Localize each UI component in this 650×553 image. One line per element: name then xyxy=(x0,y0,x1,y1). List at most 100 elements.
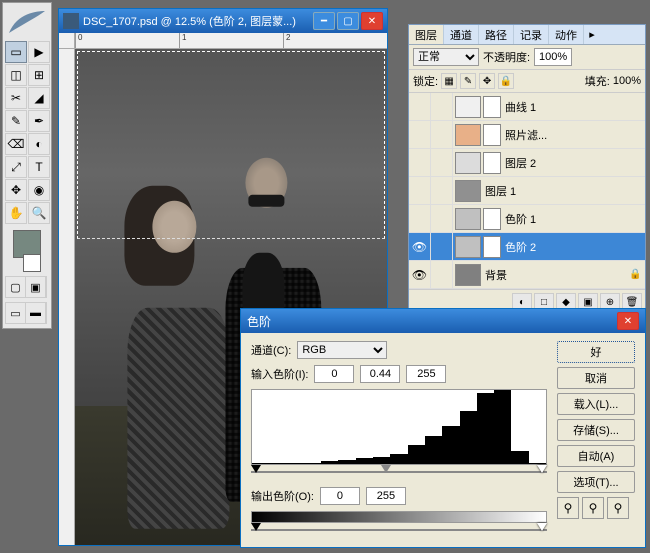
layer-row[interactable]: 👁背景🔒 xyxy=(409,261,645,289)
tool-6[interactable]: ✎ xyxy=(5,110,27,132)
channel-select[interactable]: RGB xyxy=(297,341,387,359)
tool-5[interactable]: ◢ xyxy=(28,87,50,109)
visibility-toggle[interactable] xyxy=(409,93,431,120)
input-black-field[interactable] xyxy=(314,365,354,383)
layer-thumbnail[interactable] xyxy=(455,180,481,202)
layer-row[interactable]: 图层 2 xyxy=(409,149,645,177)
link-cell[interactable] xyxy=(431,149,453,176)
tool-14[interactable]: ✋ xyxy=(5,202,27,224)
white-eyedropper-icon[interactable]: ⚲ xyxy=(607,497,629,519)
visibility-toggle[interactable]: 👁 xyxy=(409,261,431,288)
link-cell[interactable] xyxy=(431,121,453,148)
close-button[interactable]: ✕ xyxy=(617,312,639,330)
output-black-field[interactable] xyxy=(320,487,360,505)
output-slider[interactable] xyxy=(251,523,547,537)
layer-mask-thumbnail[interactable] xyxy=(483,208,501,230)
output-white-handle[interactable] xyxy=(537,523,547,531)
levels-titlebar[interactable]: 色阶 ✕ xyxy=(241,309,645,333)
auto-button[interactable]: 自动(A) xyxy=(557,445,635,467)
link-cell[interactable] xyxy=(431,261,453,288)
lock-paint-icon[interactable]: ✎ xyxy=(460,73,476,89)
document-titlebar[interactable]: DSC_1707.psd @ 12.5% (色阶 2, 图层蒙...) ━ ▢ … xyxy=(59,9,387,33)
lock-transparency-icon[interactable]: ▦ xyxy=(441,73,457,89)
tool-4[interactable]: ✂ xyxy=(5,87,27,109)
tool-12[interactable]: ✥ xyxy=(5,179,27,201)
maximize-button[interactable]: ▢ xyxy=(337,12,359,30)
layer-thumbnail[interactable] xyxy=(455,124,481,146)
tool-7[interactable]: ✒ xyxy=(28,110,50,132)
gamma-handle[interactable] xyxy=(381,465,391,473)
screen-mode-toggle[interactable]: ▭ ▬ xyxy=(5,302,47,324)
layer-mask-thumbnail[interactable] xyxy=(483,124,501,146)
link-cell[interactable] xyxy=(431,93,453,120)
layer-thumbnail[interactable] xyxy=(455,96,481,118)
histogram-bars xyxy=(252,390,546,464)
channel-label: 通道(C): xyxy=(251,342,291,358)
ok-button[interactable]: 好 xyxy=(557,341,635,363)
tool-2[interactable]: ◫ xyxy=(5,64,27,86)
visibility-toggle[interactable] xyxy=(409,205,431,232)
tool-8[interactable]: ⌫ xyxy=(5,133,27,155)
opacity-value[interactable]: 100% xyxy=(534,48,572,66)
cancel-button[interactable]: 取消 xyxy=(557,367,635,389)
screen-mode-full-icon[interactable]: ▬ xyxy=(26,303,46,323)
tab-channels[interactable]: 通道 xyxy=(444,25,479,44)
link-cell[interactable] xyxy=(431,177,453,204)
tool-15[interactable]: 🔍 xyxy=(28,202,50,224)
fill-value[interactable]: 100% xyxy=(613,75,641,87)
tool-13[interactable]: ◉ xyxy=(28,179,50,201)
color-swatches[interactable] xyxy=(5,230,49,272)
tab-layers[interactable]: 图层 xyxy=(409,25,444,44)
tab-history[interactable]: 记录 xyxy=(514,25,549,44)
layer-row[interactable]: 色阶 1 xyxy=(409,205,645,233)
white-point-handle[interactable] xyxy=(537,465,547,473)
tab-actions[interactable]: 动作 xyxy=(549,25,584,44)
options-button[interactable]: 选项(T)... xyxy=(557,471,635,493)
black-point-handle[interactable] xyxy=(251,465,261,473)
link-cell[interactable] xyxy=(431,233,453,260)
visibility-toggle[interactable] xyxy=(409,177,431,204)
close-button[interactable]: ✕ xyxy=(361,12,383,30)
input-slider[interactable] xyxy=(251,465,547,479)
save-button[interactable]: 存储(S)... xyxy=(557,419,635,441)
visibility-toggle[interactable] xyxy=(409,149,431,176)
layer-mask-thumbnail[interactable] xyxy=(483,152,501,174)
layer-thumbnail[interactable] xyxy=(455,236,481,258)
quickmask-toggle[interactable]: ▢ ▣ xyxy=(5,276,47,298)
input-gamma-field[interactable] xyxy=(360,365,400,383)
layer-row[interactable]: 照片滤... xyxy=(409,121,645,149)
screen-mode-normal-icon[interactable]: ▭ xyxy=(6,303,26,323)
input-white-field[interactable] xyxy=(406,365,446,383)
output-black-handle[interactable] xyxy=(251,523,261,531)
load-button[interactable]: 载入(L)... xyxy=(557,393,635,415)
link-cell[interactable] xyxy=(431,205,453,232)
tool-3[interactable]: ⊞ xyxy=(28,64,50,86)
panel-menu-icon[interactable]: ▸ xyxy=(584,25,600,44)
quickmask-mode-icon[interactable]: ▣ xyxy=(26,277,46,297)
black-eyedropper-icon[interactable]: ⚲ xyxy=(557,497,579,519)
layer-mask-thumbnail[interactable] xyxy=(483,236,501,258)
visibility-toggle[interactable] xyxy=(409,121,431,148)
layer-mask-thumbnail[interactable] xyxy=(483,96,501,118)
layer-row[interactable]: 图层 1 xyxy=(409,177,645,205)
background-swatch[interactable] xyxy=(23,254,41,272)
lock-move-icon[interactable]: ✥ xyxy=(479,73,495,89)
output-white-field[interactable] xyxy=(366,487,406,505)
standard-mode-icon[interactable]: ▢ xyxy=(6,277,26,297)
layer-row[interactable]: 👁色阶 2 xyxy=(409,233,645,261)
tool-11[interactable]: T xyxy=(28,156,50,178)
tool-1[interactable]: ▶ xyxy=(28,41,50,63)
minimize-button[interactable]: ━ xyxy=(313,12,335,30)
gray-eyedropper-icon[interactable]: ⚲ xyxy=(582,497,604,519)
layer-thumbnail[interactable] xyxy=(455,152,481,174)
blend-mode-select[interactable]: 正常 xyxy=(413,48,479,66)
layer-thumbnail[interactable] xyxy=(455,264,481,286)
layer-row[interactable]: 曲线 1 xyxy=(409,93,645,121)
tool-0[interactable]: ▭ xyxy=(5,41,27,63)
lock-all-icon[interactable]: 🔒 xyxy=(498,73,514,89)
tool-10[interactable]: ⤢ xyxy=(5,156,27,178)
layer-thumbnail[interactable] xyxy=(455,208,481,230)
tool-9[interactable]: ◐ xyxy=(28,133,50,155)
visibility-toggle[interactable]: 👁 xyxy=(409,233,431,260)
tab-paths[interactable]: 路径 xyxy=(479,25,514,44)
